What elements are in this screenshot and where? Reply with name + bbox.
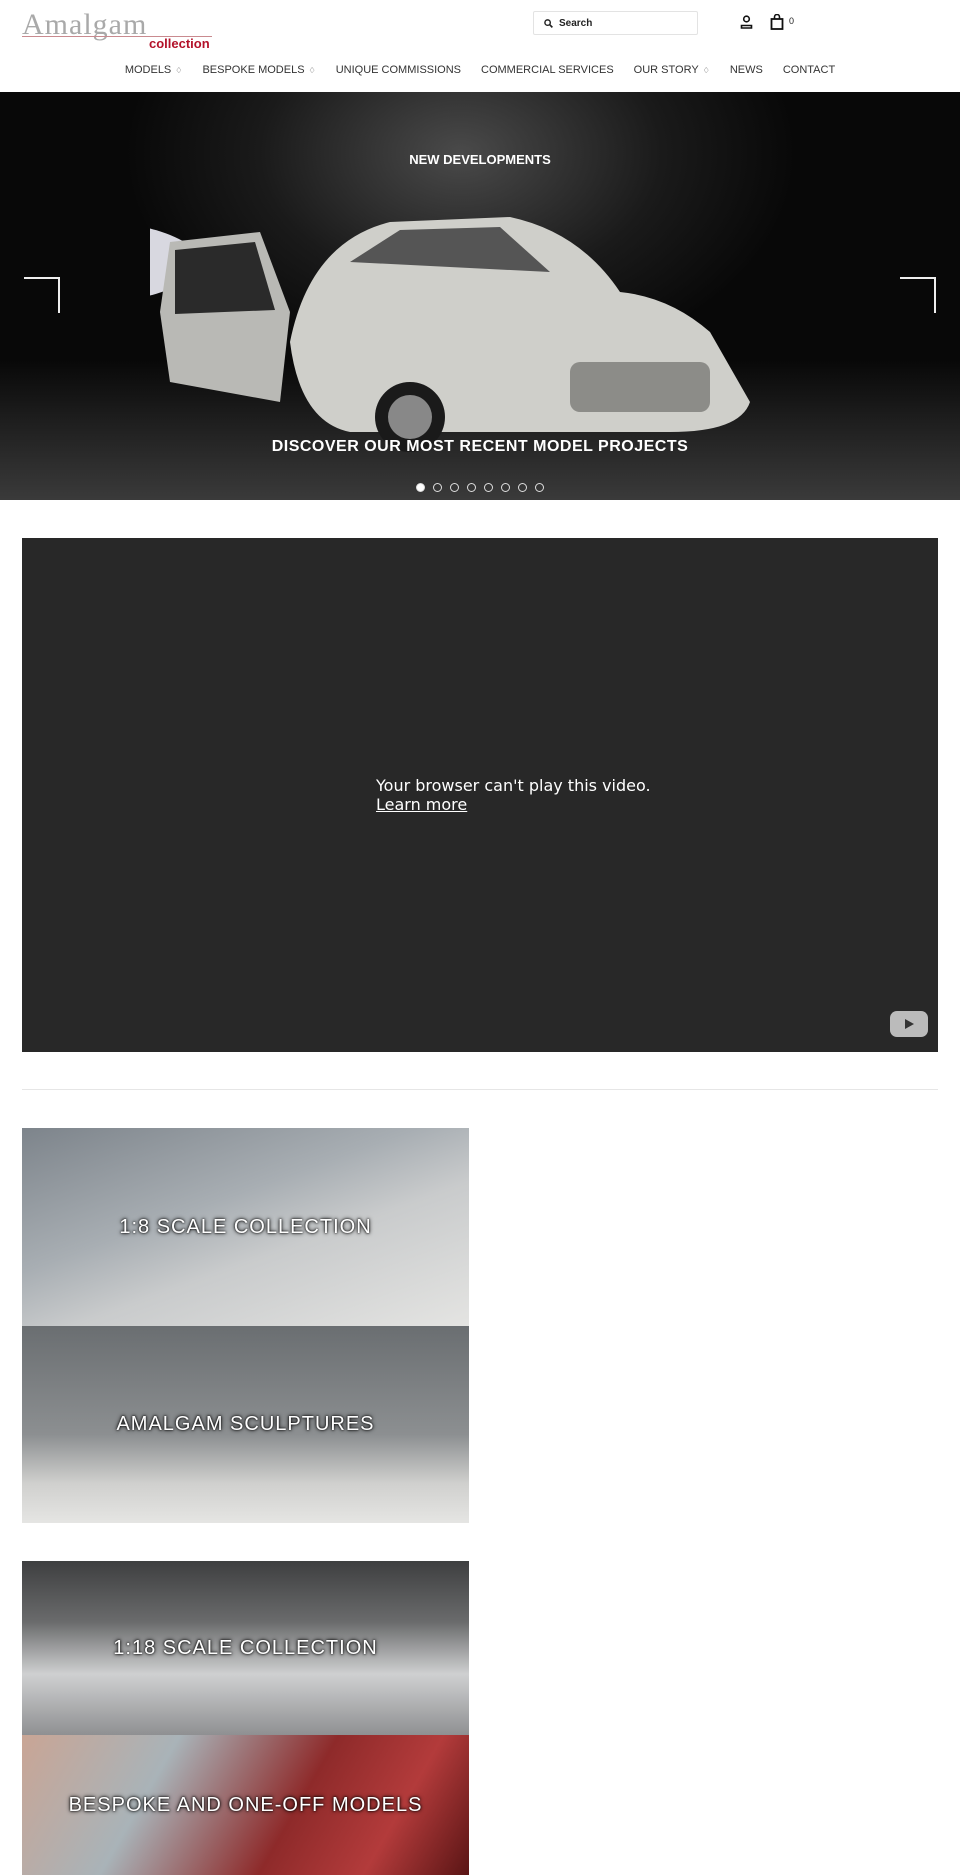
search-icon [544, 18, 553, 28]
chevron-down-icon: ♢ [175, 66, 183, 75]
video-error-message: Your browser can't play this video. [376, 776, 651, 795]
slide-dot-3[interactable] [450, 483, 459, 492]
tile-1-8-scale[interactable]: 1:8 SCALE COLLECTION [22, 1128, 469, 1326]
tile-label: 1:18 SCALE COLLECTION [113, 1636, 378, 1659]
nav-commercial-services[interactable]: COMMERCIAL SERVICES [481, 64, 614, 76]
cart-icon[interactable] [770, 14, 784, 30]
logo-subtext: collection [149, 36, 210, 51]
slide-dot-1[interactable] [416, 483, 425, 492]
tile-bespoke[interactable]: BESPOKE AND ONE-OFF MODELS [22, 1735, 469, 1875]
tile-1-18-scale[interactable]: 1:18 SCALE COLLECTION [22, 1561, 469, 1735]
nav-unique-commissions[interactable]: UNIQUE COMMISSIONS [336, 64, 461, 76]
divider [22, 1089, 938, 1090]
main-nav: MODELS ♢ BESPOKE MODELS ♢ UNIQUE COMMISSIO… [0, 64, 960, 76]
youtube-icon[interactable] [890, 1011, 928, 1037]
chevron-down-icon: ♢ [702, 66, 710, 75]
nav-news[interactable]: NEWS [730, 64, 763, 76]
hero-caption[interactable]: DISCOVER OUR MOST RECENT MODEL PROJECTS [0, 438, 960, 456]
video-player[interactable]: Your browser can't play this video. Learn… [22, 538, 938, 1052]
search-input[interactable]: Search [533, 11, 698, 35]
slide-dot-2[interactable] [433, 483, 442, 492]
slide-dot-7[interactable] [518, 483, 527, 492]
logo[interactable]: Amalgam collection [22, 8, 212, 52]
slide-dot-4[interactable] [467, 483, 476, 492]
nav-our-story[interactable]: OUR STORY ♢ [634, 64, 710, 76]
search-placeholder: Search [559, 17, 593, 29]
slide-dots [0, 483, 960, 492]
cart-count: 0 [789, 16, 795, 26]
tile-label: 1:8 SCALE COLLECTION [119, 1215, 372, 1238]
hero-slider: NEW DEVELOPMENTS DISCOVER OUR MOST RECEN… [0, 92, 960, 500]
learn-more-link[interactable]: Learn more [376, 795, 651, 814]
hero-car-image [150, 217, 750, 452]
next-slide-arrow[interactable] [900, 277, 936, 313]
slide-dot-6[interactable] [501, 483, 510, 492]
tile-label: AMALGAM SCULPTURES [116, 1413, 375, 1435]
prev-slide-arrow[interactable] [24, 277, 60, 313]
chevron-down-icon: ♢ [308, 66, 316, 75]
tile-sculptures[interactable]: AMALGAM SCULPTURES [22, 1326, 469, 1523]
account-icon[interactable] [740, 15, 753, 29]
nav-bespoke-models[interactable]: BESPOKE MODELS ♢ [202, 64, 315, 76]
tile-label: BESPOKE AND ONE-OFF MODELS [68, 1793, 423, 1816]
hero-kicker: NEW DEVELOPMENTS [409, 152, 551, 167]
slide-dot-8[interactable] [535, 483, 544, 492]
slide-dot-5[interactable] [484, 483, 493, 492]
nav-contact[interactable]: CONTACT [783, 64, 835, 76]
nav-models[interactable]: MODELS ♢ [125, 64, 183, 76]
